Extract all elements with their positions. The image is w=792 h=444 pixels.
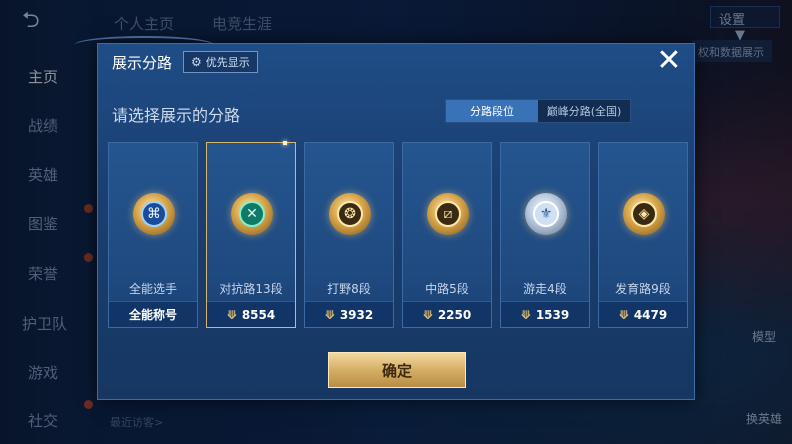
lane-card[interactable]: ◈ 发育路9段 ⟱ 4479	[598, 142, 688, 328]
close-icon[interactable]: ✕	[655, 46, 683, 76]
lane-card-footer: ⟱ 8554	[207, 301, 295, 327]
lane-card[interactable]: ✕ 对抗路13段 ⟱ 8554	[206, 141, 296, 328]
points-icon: ⟱	[226, 307, 237, 322]
points-icon: ⟱	[422, 307, 433, 322]
lane-mode-toggle: 分路段位 巅峰分路(全国)	[445, 99, 631, 123]
farm-lane-emblem-icon: ◈	[623, 193, 665, 235]
emblem-symbol: ❂	[337, 201, 363, 227]
title-label: 全能称号	[128, 308, 177, 322]
lane-points: 1539	[535, 307, 570, 322]
mid-lane-emblem-icon: ⧄	[427, 193, 469, 235]
clash-lane-emblem-icon: ✕	[231, 193, 273, 235]
emblem-symbol: ⌘	[141, 201, 167, 227]
lane-points: 2250	[437, 307, 472, 322]
all-round-emblem-icon: ⌘	[133, 193, 175, 235]
lane-card-footer: ⟱ 2250	[403, 301, 491, 327]
lane-rank-label: 打野8段	[327, 282, 371, 296]
lane-card[interactable]: ⚜ 游走4段 ⟱ 1539	[500, 142, 590, 328]
gear-icon: ⚙	[191, 55, 202, 69]
lane-card[interactable]: ⌘ 全能选手全能称号	[108, 142, 198, 328]
dialog-title: 展示分路	[112, 54, 173, 72]
lane-card-footer: ⟱ 3932	[305, 301, 393, 327]
emblem-symbol: ✕	[239, 201, 265, 227]
points-icon: ⟱	[324, 307, 335, 322]
roam-emblem-icon: ⚜	[525, 193, 567, 235]
points-icon: ⟱	[520, 307, 531, 322]
emblem-symbol: ◈	[631, 201, 657, 227]
selection-sparkle	[283, 141, 287, 145]
lane-display-dialog: 展示分路 ⚙ 优先显示 ✕ 请选择展示的分路 分路段位 巅峰分路(全国) ⌘ 全能…	[74, 36, 695, 400]
lane-points: 3932	[339, 307, 374, 322]
tab-lane-rank[interactable]: 分路段位	[446, 100, 538, 122]
confirm-button[interactable]: 确定	[328, 352, 466, 388]
lane-points: 8554	[241, 307, 276, 322]
lane-rank-label: 中路5段	[425, 282, 469, 296]
lane-card-footer: ⟱ 4479	[599, 301, 687, 327]
priority-display-chip[interactable]: ⚙ 优先显示	[183, 51, 258, 73]
points-icon: ⟱	[618, 307, 629, 322]
tab-peak-lane[interactable]: 巅峰分路(全国)	[538, 100, 630, 122]
dialog-subtitle: 请选择展示的分路	[112, 106, 241, 125]
jungle-emblem-icon: ❂	[329, 193, 371, 235]
lane-rank-label: 发育路9段	[615, 282, 671, 296]
emblem-symbol: ⧄	[435, 201, 461, 227]
emblem-symbol: ⚜	[533, 201, 559, 227]
lane-rank-label: 对抗路13段	[219, 282, 283, 296]
lane-card-footer: 全能称号	[109, 301, 197, 327]
lane-rank-label: 全能选手	[128, 282, 177, 296]
lane-card[interactable]: ⧄ 中路5段 ⟱ 2250	[402, 142, 492, 328]
lane-points: 4479	[633, 307, 668, 322]
lane-card[interactable]: ❂ 打野8段 ⟱ 3932	[304, 142, 394, 328]
lane-card-footer: ⟱ 1539	[501, 301, 589, 327]
lane-rank-label: 游走4段	[523, 282, 567, 296]
priority-display-label: 优先显示	[205, 56, 250, 69]
